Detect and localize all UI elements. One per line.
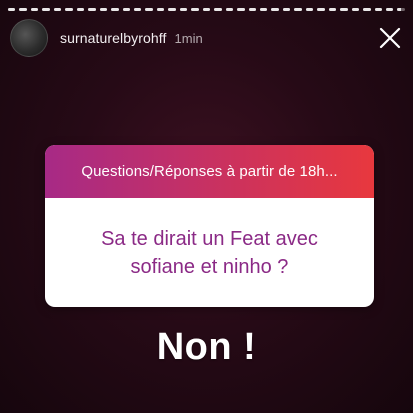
story-header: surnaturelbyrohff 1min xyxy=(10,18,403,58)
progress-segment xyxy=(237,8,245,11)
progress-segment-fill xyxy=(317,8,325,11)
progress-segment xyxy=(99,8,108,11)
progress-segment xyxy=(271,8,279,11)
close-button[interactable] xyxy=(377,25,403,51)
progress-segment xyxy=(340,8,348,11)
progress-segment xyxy=(156,8,165,11)
progress-segment xyxy=(53,8,62,11)
progress-segment-fill xyxy=(145,8,153,11)
progress-segment-fill xyxy=(328,8,337,11)
progress-segment xyxy=(374,8,382,11)
progress-segment-fill xyxy=(42,8,50,11)
progress-segment xyxy=(111,8,119,11)
progress-segment-fill xyxy=(65,8,73,11)
progress-segment xyxy=(363,8,371,11)
progress-segment-fill xyxy=(363,8,371,11)
progress-segment-fill xyxy=(305,8,314,11)
close-icon xyxy=(379,27,401,49)
progress-segment xyxy=(248,8,256,11)
progress-segment xyxy=(202,8,211,11)
progress-segment-fill xyxy=(294,8,302,11)
progress-segment-fill xyxy=(19,8,27,11)
progress-segment-fill xyxy=(168,8,176,11)
progress-segment-fill xyxy=(351,8,360,11)
progress-segment xyxy=(8,8,16,11)
story-viewer: surnaturelbyrohff 1min Questions/Réponse… xyxy=(0,0,413,413)
progress-segment xyxy=(191,8,199,11)
progress-segment-fill xyxy=(282,8,291,11)
progress-segment-fill xyxy=(8,8,16,11)
progress-segment-fill xyxy=(248,8,256,11)
progress-segment xyxy=(65,8,73,11)
progress-segment-fill xyxy=(397,8,402,11)
progress-segment xyxy=(122,8,130,11)
question-text: Sa te dirait un Feat avec sofiane et nin… xyxy=(101,227,318,278)
progress-segment-fill xyxy=(237,8,245,11)
progress-segment-fill xyxy=(271,8,279,11)
progress-segment-fill xyxy=(76,8,85,11)
question-sticker-header: Questions/Réponses à partir de 18h... xyxy=(45,145,374,198)
progress-segment-fill xyxy=(374,8,382,11)
progress-segment xyxy=(351,8,360,11)
progress-segment xyxy=(397,8,405,11)
progress-segment xyxy=(259,8,268,11)
progress-segment-fill xyxy=(259,8,268,11)
progress-segment xyxy=(42,8,50,11)
progress-segment xyxy=(317,8,325,11)
question-sticker[interactable]: Questions/Réponses à partir de 18h... Sa… xyxy=(45,145,374,307)
progress-segment-fill xyxy=(30,8,39,11)
progress-segment xyxy=(133,8,142,11)
progress-segment-fill xyxy=(133,8,142,11)
username[interactable]: surnaturelbyrohff xyxy=(60,30,167,46)
progress-segment-fill xyxy=(214,8,222,11)
progress-segment xyxy=(168,8,176,11)
post-time: 1min xyxy=(174,30,203,46)
progress-segment-fill xyxy=(179,8,188,11)
progress-segment xyxy=(76,8,85,11)
progress-segment xyxy=(294,8,302,11)
progress-segment xyxy=(282,8,291,11)
progress-segment-fill xyxy=(156,8,165,11)
profile-avatar[interactable] xyxy=(10,19,48,57)
progress-segment-fill xyxy=(88,8,96,11)
progress-segment-fill xyxy=(99,8,108,11)
progress-segment-fill xyxy=(202,8,211,11)
progress-segment-fill xyxy=(225,8,234,11)
progress-segment xyxy=(305,8,314,11)
progress-segment xyxy=(385,8,394,11)
progress-segment-fill xyxy=(385,8,394,11)
progress-segment xyxy=(179,8,188,11)
progress-segment xyxy=(30,8,39,11)
progress-segment-fill xyxy=(111,8,119,11)
story-progress-bar xyxy=(8,8,405,11)
progress-segment-fill xyxy=(53,8,62,11)
progress-segment-fill xyxy=(122,8,130,11)
progress-segment xyxy=(19,8,27,11)
progress-segment-fill xyxy=(340,8,348,11)
progress-segment xyxy=(88,8,96,11)
answer-text: Non ! xyxy=(156,326,257,368)
progress-segment xyxy=(225,8,234,11)
progress-segment-fill xyxy=(191,8,199,11)
progress-segment xyxy=(214,8,222,11)
progress-segment xyxy=(145,8,153,11)
progress-segment xyxy=(328,8,337,11)
